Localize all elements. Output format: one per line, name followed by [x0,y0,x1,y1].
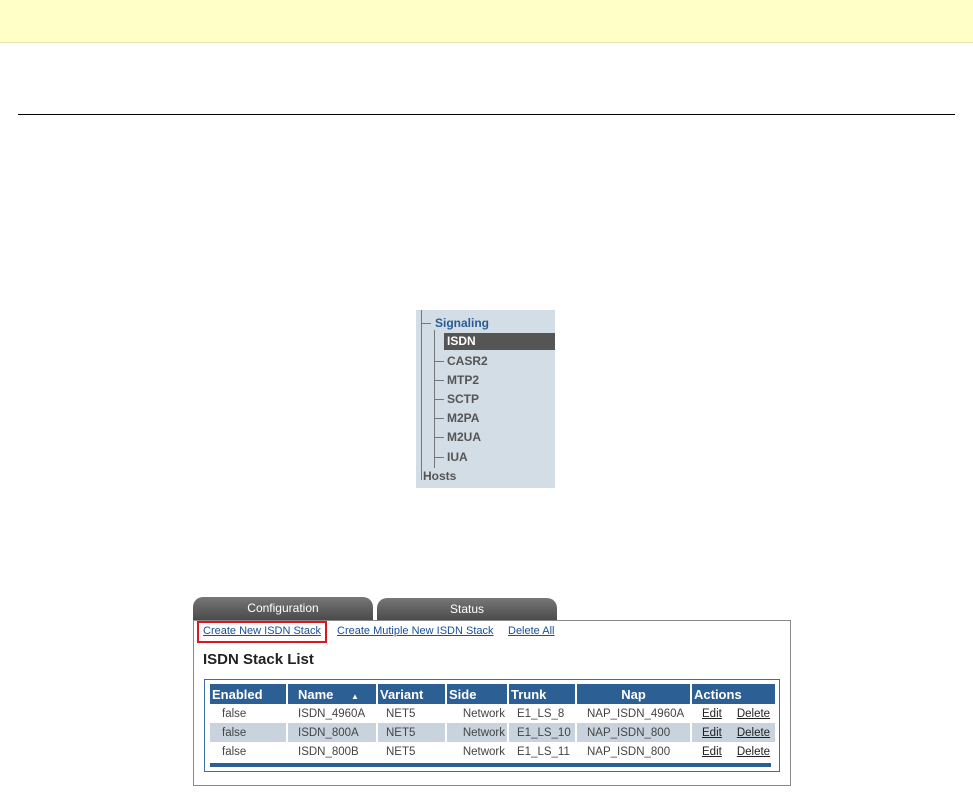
tree-item-mtp2[interactable]: MTP2 [435,372,479,389]
cell-actions: Edit Delete [692,704,775,723]
col-nap[interactable]: Nap [577,684,690,704]
create-new-isdn-stack-link[interactable]: Create New ISDN Stack [203,625,321,637]
cell-side: Network [462,707,505,720]
col-side[interactable]: Side [447,684,507,704]
cell-trunk: E1_LS_8 [517,707,565,720]
cell-variant: NET5 [386,707,416,720]
cell-enabled: false [210,723,286,742]
tree-item-signaling[interactable]: Signaling [422,315,489,332]
table-row: false ISDN_800B NET5 Network E1_LS_11 NAP_ISD… [210,742,775,761]
cell-trunk: E1_LS_10 [509,723,575,742]
divider [18,114,955,115]
edit-link[interactable]: Edit [702,727,722,739]
col-trunk[interactable]: Trunk [509,684,575,704]
tree-item-sctp[interactable]: SCTP [435,391,479,408]
col-name[interactable]: Name ▲ [288,684,376,704]
cell-side: Network [462,745,505,758]
cell-name: ISDN_800B [298,745,359,758]
header-bar [0,0,973,43]
cell-nap: NAP_ISDN_800 [577,723,690,742]
cell-side: Network [447,723,507,742]
table-footer-bar [210,763,771,767]
col-actions: Actions [692,684,775,704]
isdn-stack-table: Enabled Name ▲ Variant Side Trunk Nap Ac… [208,684,777,761]
edit-link[interactable]: Edit [702,708,722,720]
cell-nap: NAP_ISDN_4960A [587,707,685,720]
cell-name: ISDN_800A [288,723,376,742]
delete-link[interactable]: Delete [737,727,770,739]
delete-link[interactable]: Delete [737,746,770,758]
cell-variant: NET5 [378,723,445,742]
tree-line [421,310,422,480]
tree-item-isdn[interactable]: ISDN [444,333,555,350]
tree-item-iua[interactable]: IUA [435,449,468,466]
tree-item-m2ua[interactable]: M2UA [435,429,481,446]
list-title: ISDN Stack List [203,651,314,668]
tab-status[interactable]: Status [377,598,557,621]
cell-variant: NET5 [386,745,416,758]
cell-enabled: false [222,745,247,758]
tab-configuration[interactable]: Configuration [193,597,373,620]
col-variant[interactable]: Variant [378,684,445,704]
create-multiple-isdn-stack-link[interactable]: Create Mutiple New ISDN Stack [337,625,494,637]
edit-link[interactable]: Edit [702,746,722,758]
cell-enabled: false [222,707,247,720]
table-row: false ISDN_800A NET5 Network E1_LS_10 NAP_ISD… [210,723,775,742]
nav-tree: Signaling ISDN CASR2 MTP2 SCTP M2PA M2UA… [416,310,555,488]
tree-item-hosts[interactable]: Hosts [423,468,456,485]
col-enabled[interactable]: Enabled [210,684,286,704]
delete-all-link[interactable]: Delete All [508,625,554,637]
sort-asc-icon: ▲ [351,691,359,701]
tree-item-m2pa[interactable]: M2PA [435,410,479,427]
cell-actions: Edit Delete [692,742,775,761]
cell-name: ISDN_4960A [298,707,366,720]
cell-trunk: E1_LS_11 [517,745,570,758]
cell-nap: NAP_ISDN_800 [587,745,671,758]
delete-link[interactable]: Delete [737,708,770,720]
table-row: false ISDN_4960A NET5 Network E1_LS_8 NAP_ISD… [210,704,775,723]
cell-actions: Edit Delete [692,723,775,742]
tree-item-casr2[interactable]: CASR2 [435,353,488,370]
